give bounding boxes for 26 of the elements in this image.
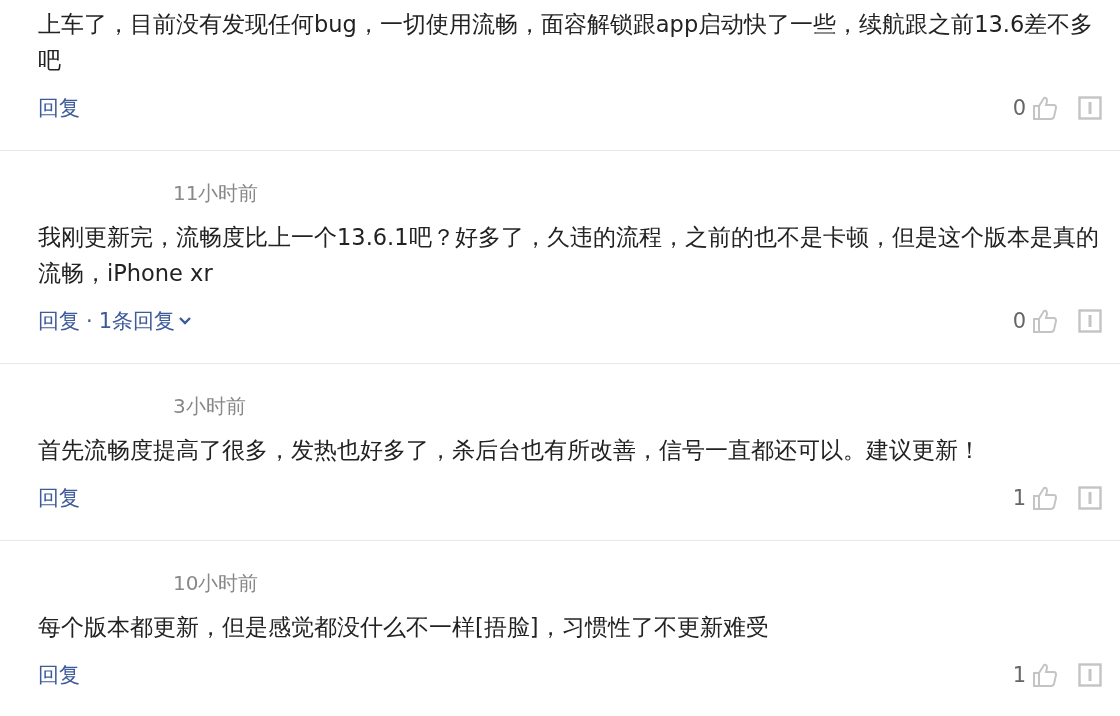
thumbs-up-icon[interactable] xyxy=(1032,95,1058,121)
reply-link[interactable]: 回复 xyxy=(38,484,80,512)
like-count: 0 xyxy=(1012,96,1026,120)
comment-time: 3小时前 xyxy=(172,393,247,420)
comment-time: 11小时前 xyxy=(172,180,260,207)
thumbs-up-icon[interactable] xyxy=(1032,485,1058,511)
like-count: 1 xyxy=(1012,663,1026,687)
comment-text: 上车了，目前没有发现任何bug，一切使用流畅，面容解锁跟app启动快了一些，续航跟之前13.6差不多吧 xyxy=(38,10,1095,75)
report-icon[interactable] xyxy=(1078,96,1102,120)
reply-link[interactable]: 回复 xyxy=(38,661,80,689)
comment-text: 首先流畅度提高了很多，发热也好多了，杀后台也有所改善，信号一直都还可以。建议更新！ xyxy=(38,436,982,465)
report-icon[interactable] xyxy=(1078,663,1102,687)
comment-text: 我刚更新完，流畅度比上一个13.6.1吧？好多了，久违的流程，之前的也不是卡顿，但是这个版本是真的流畅，iPhone xr xyxy=(38,223,1100,288)
reply-link[interactable]: 回复 xyxy=(38,94,80,122)
report-icon[interactable] xyxy=(1078,309,1102,333)
like-count: 0 xyxy=(1012,309,1026,333)
separator-dot: · xyxy=(86,309,93,333)
thumbs-up-icon[interactable] xyxy=(1032,662,1058,688)
like-count: 1 xyxy=(1012,486,1026,510)
chevron-down-icon xyxy=(178,316,193,326)
replies-link[interactable]: 1条回复 xyxy=(98,307,193,335)
comment-time: 10小时前 xyxy=(172,570,260,597)
report-icon[interactable] xyxy=(1078,486,1102,510)
comment-text: 每个版本都更新，但是感觉都没什么不一样[捂脸]，习惯性了不更新难受 xyxy=(38,613,770,642)
thumbs-up-icon[interactable] xyxy=(1032,308,1058,334)
reply-link[interactable]: 回复 xyxy=(38,307,80,335)
